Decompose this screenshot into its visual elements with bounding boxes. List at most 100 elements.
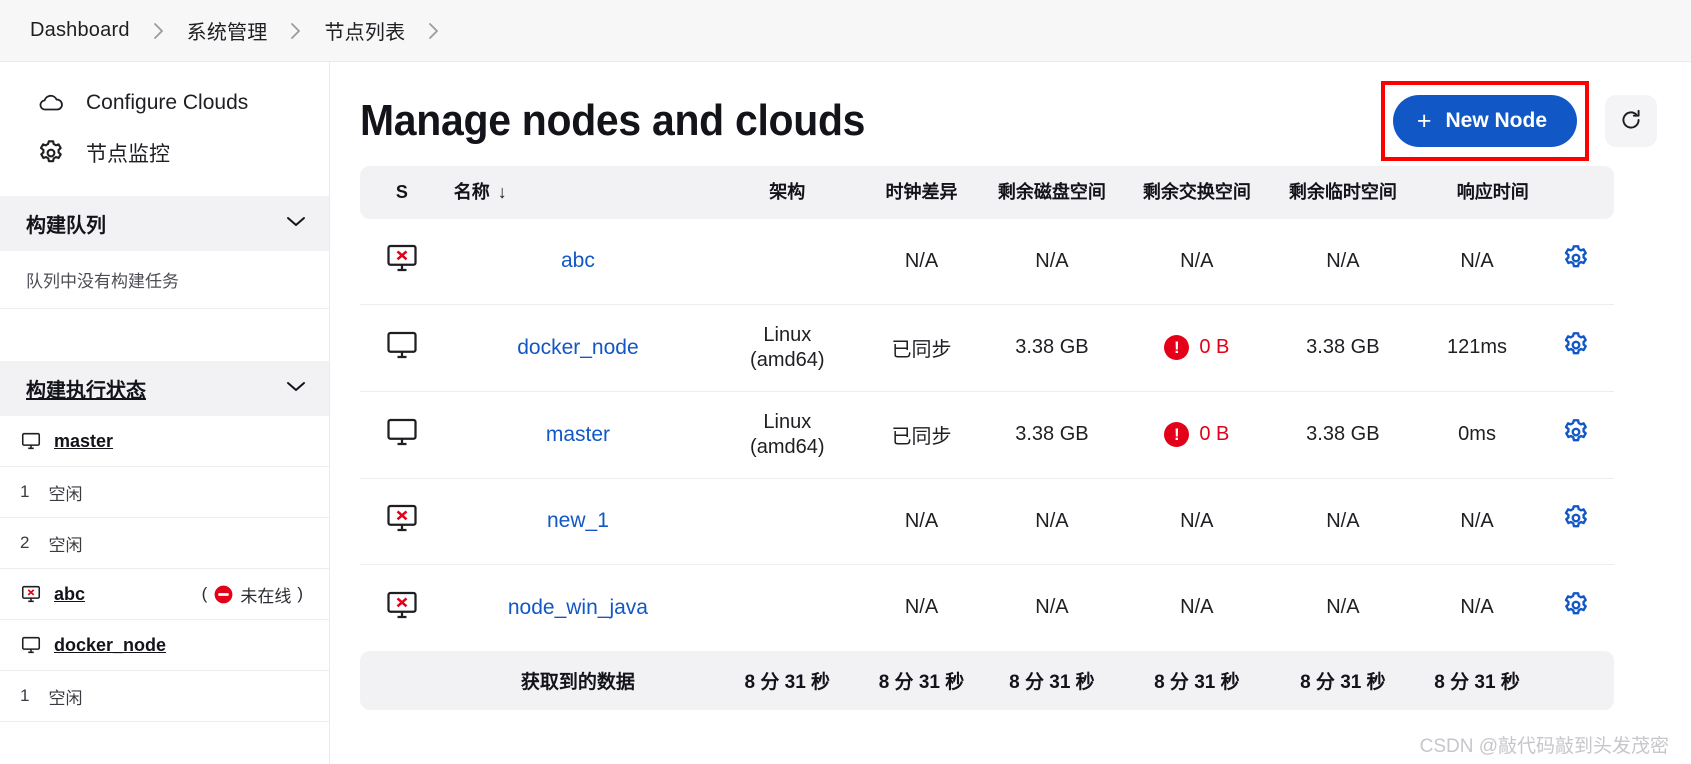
status-paren-close: )	[297, 584, 303, 603]
chevron-right-icon	[140, 21, 177, 41]
column-header-free-temp-space[interactable]: 剩余临时空间	[1270, 166, 1416, 219]
table-footer-row: 获取到的数据 8 分 31 秒 8 分 31 秒 8 分 31 秒 8 分 31…	[360, 650, 1614, 710]
chevron-right-icon[interactable]	[415, 21, 452, 41]
cell-config[interactable]	[1538, 391, 1614, 479]
executor-node-name[interactable]: docker_node	[54, 635, 166, 656]
cell-name[interactable]: node_win_java	[443, 564, 713, 651]
breadcrumb: Dashboard 系统管理 节点列表	[0, 0, 1691, 62]
cell-response: N/A	[1415, 478, 1539, 565]
page-header: Manage nodes and clouds + New Node	[360, 62, 1657, 166]
cell-status	[360, 564, 444, 651]
cell-response: N/A	[1415, 564, 1539, 651]
executor-slot-row: 1 空闲	[0, 467, 329, 518]
cell-temp: 3.38 GB	[1270, 391, 1416, 479]
column-header-arch[interactable]: 架构	[712, 166, 863, 219]
footer-cell-status	[360, 650, 444, 710]
cell-disk: 3.38 GB	[980, 304, 1124, 392]
column-header-free-swap-space[interactable]: 剩余交换空间	[1123, 166, 1271, 219]
node-link[interactable]: abc	[561, 249, 595, 272]
cell-name[interactable]: master	[443, 391, 713, 479]
footer-cell-clock: 8 分 31 秒	[862, 650, 981, 710]
chevron-down-icon[interactable]	[285, 379, 307, 398]
swap-value: 0 B	[1199, 423, 1230, 446]
section-title: 构建队列	[26, 215, 106, 237]
table-row: abc N/A N/A N/A N/A N/A	[360, 218, 1614, 305]
column-header-name-label: 名称	[453, 182, 490, 202]
footer-cell-disk: 8 分 31 秒	[980, 650, 1124, 710]
cell-temp: 3.38 GB	[1270, 304, 1416, 392]
column-header-response-time[interactable]: 响应时间	[1415, 166, 1539, 219]
cell-swap: N/A	[1123, 564, 1271, 651]
monitor-offline-icon	[384, 587, 420, 623]
node-link[interactable]: master	[546, 423, 610, 446]
executor-number: 2	[20, 533, 30, 552]
cell-status	[360, 391, 444, 479]
column-header-free-disk-space[interactable]: 剩余磁盘空间	[980, 166, 1124, 219]
footer-cell-config	[1538, 650, 1614, 710]
sidebar-section-build-queue[interactable]: 构建队列	[0, 196, 329, 251]
column-header-status[interactable]: S	[360, 166, 444, 219]
chevron-right-icon	[277, 21, 314, 41]
cell-config[interactable]	[1538, 478, 1614, 565]
cell-swap: N/A	[1123, 478, 1271, 565]
status-paren-open: (	[201, 584, 208, 603]
arch-value: Linux	[763, 323, 812, 346]
sidebar-item-configure-clouds[interactable]: Configure Clouds	[0, 78, 329, 128]
cell-clock: N/A	[862, 564, 981, 651]
cell-status	[360, 218, 444, 305]
table-row: master Linux (amd64) 已同步 3.38 GB ! 0 B 3…	[360, 391, 1614, 479]
executor-node-row[interactable]: master	[0, 416, 329, 467]
cell-status	[360, 478, 444, 565]
gear-icon[interactable]	[1561, 503, 1591, 539]
breadcrumb-item-dashboard[interactable]: Dashboard	[24, 17, 136, 44]
executor-node-row[interactable]: docker_node	[0, 620, 329, 671]
gear-icon[interactable]	[1561, 330, 1591, 366]
cell-temp: N/A	[1270, 218, 1416, 305]
column-header-clock-difference[interactable]: 时钟差异	[862, 166, 981, 219]
gear-icon[interactable]	[1561, 243, 1591, 279]
nodes-table-card: S 名称 ↓ 架构 时钟差异 剩余磁盘空间 剩余交换空间 剩余临时空间 响应时间	[360, 166, 1614, 710]
monitor-icon	[20, 634, 42, 656]
executor-state: 空闲	[48, 484, 83, 504]
cell-config[interactable]	[1538, 304, 1614, 392]
executor-node-row[interactable]: abc ( 未在线 )	[0, 569, 329, 620]
warning-icon: !	[1164, 422, 1190, 448]
cell-name[interactable]: abc	[443, 218, 713, 305]
new-node-button[interactable]: + New Node	[1392, 95, 1577, 147]
cell-config[interactable]	[1538, 564, 1614, 651]
cell-name[interactable]: new_1	[443, 478, 713, 565]
cell-clock: 已同步	[862, 304, 981, 392]
cell-response: N/A	[1415, 218, 1539, 305]
page-root: Dashboard 系统管理 节点列表 Configure Clouds 节点监…	[0, 0, 1691, 764]
breadcrumb-item-system-management[interactable]: 系统管理	[181, 14, 274, 47]
cell-config[interactable]	[1538, 218, 1614, 305]
cell-status	[360, 304, 444, 392]
sidebar-section-build-executor-status[interactable]: 构建执行状态	[0, 361, 329, 416]
node-link[interactable]: new_1	[547, 509, 609, 532]
gear-icon[interactable]	[1561, 417, 1591, 453]
table-row: docker_node Linux (amd64) 已同步 3.38 GB ! …	[360, 304, 1614, 392]
node-link[interactable]: node_win_java	[508, 596, 648, 619]
sidebar-item-node-monitoring[interactable]: 节点监控	[0, 128, 329, 178]
cell-disk: N/A	[980, 218, 1124, 305]
gear-icon[interactable]	[1561, 590, 1591, 626]
executor-state: 空闲	[48, 535, 83, 555]
node-link[interactable]: docker_node	[517, 336, 638, 359]
cell-swap: N/A	[1123, 218, 1271, 305]
chevron-down-icon[interactable]	[285, 214, 307, 233]
offline-label: 未在线	[240, 586, 292, 606]
monitor-offline-icon	[384, 240, 420, 276]
breadcrumb-item-node-list[interactable]: 节点列表	[318, 14, 411, 47]
executor-node-name[interactable]: abc	[54, 584, 85, 605]
refresh-button[interactable]	[1605, 95, 1657, 147]
cell-arch	[712, 478, 863, 565]
monitor-offline-icon	[384, 500, 420, 536]
cell-name[interactable]: docker_node	[443, 304, 713, 392]
cell-arch	[712, 564, 863, 651]
column-header-config	[1538, 166, 1614, 219]
column-header-name[interactable]: 名称 ↓	[443, 166, 713, 219]
cell-clock: N/A	[862, 478, 981, 565]
monitor-offline-icon	[20, 583, 42, 605]
executor-node-name[interactable]: master	[54, 431, 113, 452]
table-body: abc N/A N/A N/A N/A N/A docker_node Linu…	[360, 218, 1614, 651]
